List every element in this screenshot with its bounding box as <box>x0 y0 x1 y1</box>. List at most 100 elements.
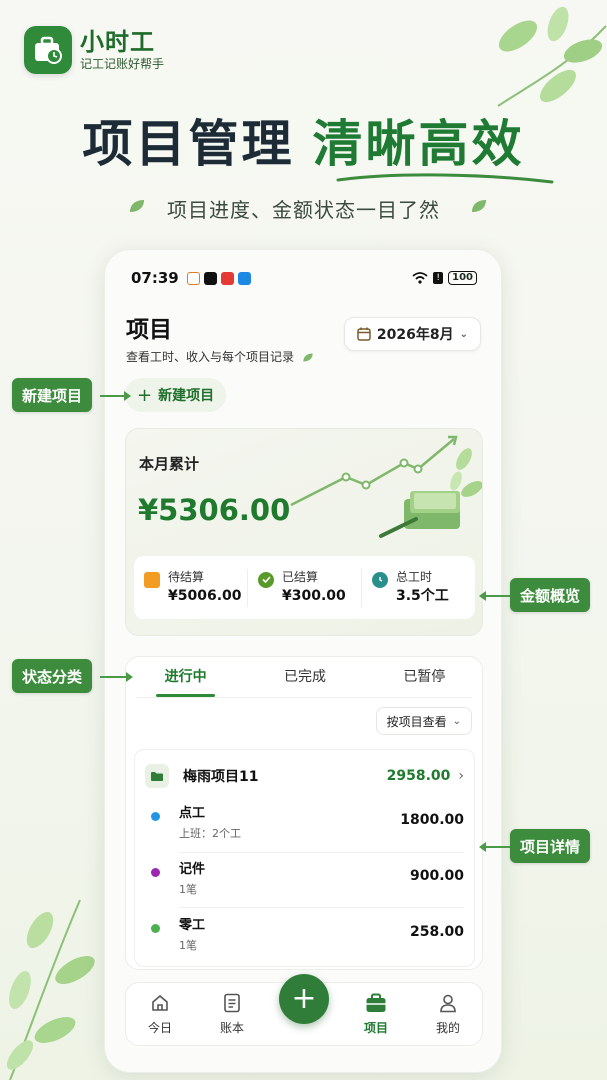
project-entry[interactable]: 零工 1笔 258.00 <box>149 912 464 962</box>
leaf-icon <box>303 353 313 362</box>
page-title: 项目 <box>126 317 172 343</box>
wifi-icon <box>412 272 428 284</box>
calendar-icon <box>357 327 371 341</box>
alarm-icon <box>186 271 200 285</box>
folder-icon <box>145 764 169 788</box>
status-app-icons <box>186 271 251 285</box>
growth-chart-book-illustration <box>290 435 482 538</box>
tab-completed[interactable]: 已完成 <box>245 657 364 697</box>
total-hours: 总工时 3.5个工 <box>361 568 475 607</box>
ledger-icon <box>204 991 260 1015</box>
home-icon <box>132 991 188 1015</box>
nav-label: 今日 <box>147 1021 172 1035</box>
settled: 已结算 ¥300.00 <box>247 568 361 607</box>
phone-mockup: 07:39 ! 100 项目 查看工时、收入与每个项目记录 2026年8月 ⌄ … <box>104 249 502 1073</box>
new-project-label: 新建项目 <box>158 388 215 404</box>
user-icon <box>420 991 476 1015</box>
nav-label: 项目 <box>363 1021 388 1035</box>
project-name: 梅雨项目11 <box>183 769 259 785</box>
briefcase-icon <box>348 991 404 1015</box>
subline: 项目进度、金额状态一目了然 <box>167 198 440 222</box>
entry-amount: 1800.00 <box>400 812 464 828</box>
wallet-icon <box>144 571 160 588</box>
alert-icon: ! <box>433 272 444 284</box>
callout-amount-overview: 金额概览 <box>510 578 591 612</box>
summary-amount: ¥5306.00 <box>138 493 291 527</box>
status-bar: 07:39 ! 100 <box>131 268 477 288</box>
headline: 项目管理 清晰高效 <box>0 104 607 176</box>
callout-arrow <box>100 391 131 401</box>
hours-value: 3.5个工 <box>396 587 449 604</box>
battery-indicator: 100 <box>448 271 477 285</box>
project-entry[interactable]: 记件 1笔 900.00 <box>149 856 464 906</box>
settled-label: 已结算 <box>282 569 319 584</box>
view-mode-label: 按项目查看 <box>386 714 447 729</box>
headline-dark: 项目管理 <box>82 115 295 173</box>
month-selector[interactable]: 2026年8月 ⌄ <box>343 317 481 351</box>
entry-name: 点工 <box>179 806 206 821</box>
pending-label: 待结算 <box>168 569 205 584</box>
headline-green: 清晰高效 <box>312 115 525 173</box>
leaf-decoration-bottom <box>6 899 95 1080</box>
entry-amount: 900.00 <box>409 868 464 884</box>
leaf-icon <box>472 200 486 212</box>
pending-value: ¥5006.00 <box>168 587 242 604</box>
month-label: 2026年8月 <box>376 327 454 343</box>
hours-label: 总工时 <box>396 569 433 584</box>
new-project-button[interactable]: + 新建项目 <box>125 378 227 412</box>
project-total: 2958.00 <box>386 768 451 784</box>
entry-dot <box>151 812 160 821</box>
nav-item-today[interactable]: 今日 <box>132 991 188 1036</box>
monthly-summary-card: 本月累计 ¥5306.00 待结算 ¥5006.00 已结算 ¥300.00 总… <box>125 428 483 636</box>
project-list-card: 进行中 已完成 已暂停 按项目查看 ⌄ 梅雨项目11 2958.00 › 点工 … <box>125 656 483 970</box>
chevron-right-icon: › <box>458 768 464 784</box>
chevron-down-icon: ⌄ <box>452 715 461 727</box>
entry-divider <box>179 907 464 908</box>
callout-project-detail: 项目详情 <box>510 829 591 863</box>
entry-sub: 1笔 <box>179 939 197 952</box>
page-description: 查看工时、收入与每个项目记录 <box>126 348 314 365</box>
project-group: 梅雨项目11 2958.00 › 点工 上班：2个工 1800.00 记件 1笔… <box>134 749 475 967</box>
add-record-fab[interactable]: + <box>279 974 329 1024</box>
check-circle-icon <box>258 571 274 588</box>
pending-settlement: 待结算 ¥5006.00 <box>134 569 247 607</box>
entry-dot <box>151 868 160 877</box>
video-app-icon <box>220 271 234 285</box>
tab-in-progress[interactable]: 进行中 <box>126 657 245 697</box>
project-entry[interactable]: 点工 上班：2个工 1800.00 <box>149 800 464 850</box>
callout-arrow <box>479 842 510 852</box>
nav-item-ledger[interactable]: 账本 <box>204 991 260 1036</box>
nav-label: 账本 <box>219 1021 244 1035</box>
view-mode-selector[interactable]: 按项目查看 ⌄ <box>375 707 472 735</box>
tab-paused[interactable]: 已暂停 <box>365 657 484 697</box>
leaf-decoration-top <box>497 6 607 107</box>
summary-title: 本月累计 <box>139 455 200 473</box>
brand-slogan: 记工记账好帮手 <box>80 57 165 71</box>
chat-app-icon <box>237 271 251 285</box>
callout-arrow <box>100 672 133 682</box>
plus-icon: + <box>291 981 317 1016</box>
entry-name: 零工 <box>179 918 206 933</box>
entry-divider <box>179 852 464 853</box>
entry-sub: 上班：2个工 <box>179 827 241 840</box>
callout-new-project: 新建项目 <box>12 378 93 412</box>
summary-breakdown: 待结算 ¥5006.00 已结算 ¥300.00 总工时 3.5个工 <box>134 556 475 619</box>
callout-arrow <box>479 591 510 601</box>
nav-item-projects[interactable]: 项目 <box>348 991 404 1036</box>
nav-item-me[interactable]: 我的 <box>420 991 476 1036</box>
clock-app-icon <box>203 271 217 285</box>
entry-amount: 258.00 <box>409 924 464 940</box>
settled-value: ¥300.00 <box>282 587 346 604</box>
nav-label: 我的 <box>435 1021 460 1035</box>
briefcase-clock-logo-icon <box>24 26 72 74</box>
tab-divider <box>136 697 472 698</box>
headline-underline <box>336 173 554 184</box>
entry-name: 记件 <box>179 862 206 877</box>
callout-status-category: 状态分类 <box>12 659 93 693</box>
clock-icon <box>372 571 388 588</box>
brand: 小时工 记工记账好帮手 <box>24 26 164 74</box>
entry-dot <box>151 924 160 933</box>
project-header[interactable]: 梅雨项目11 2958.00 › <box>145 762 464 790</box>
status-tabs: 进行中 已完成 已暂停 <box>126 657 484 697</box>
chevron-down-icon: ⌄ <box>459 328 468 340</box>
